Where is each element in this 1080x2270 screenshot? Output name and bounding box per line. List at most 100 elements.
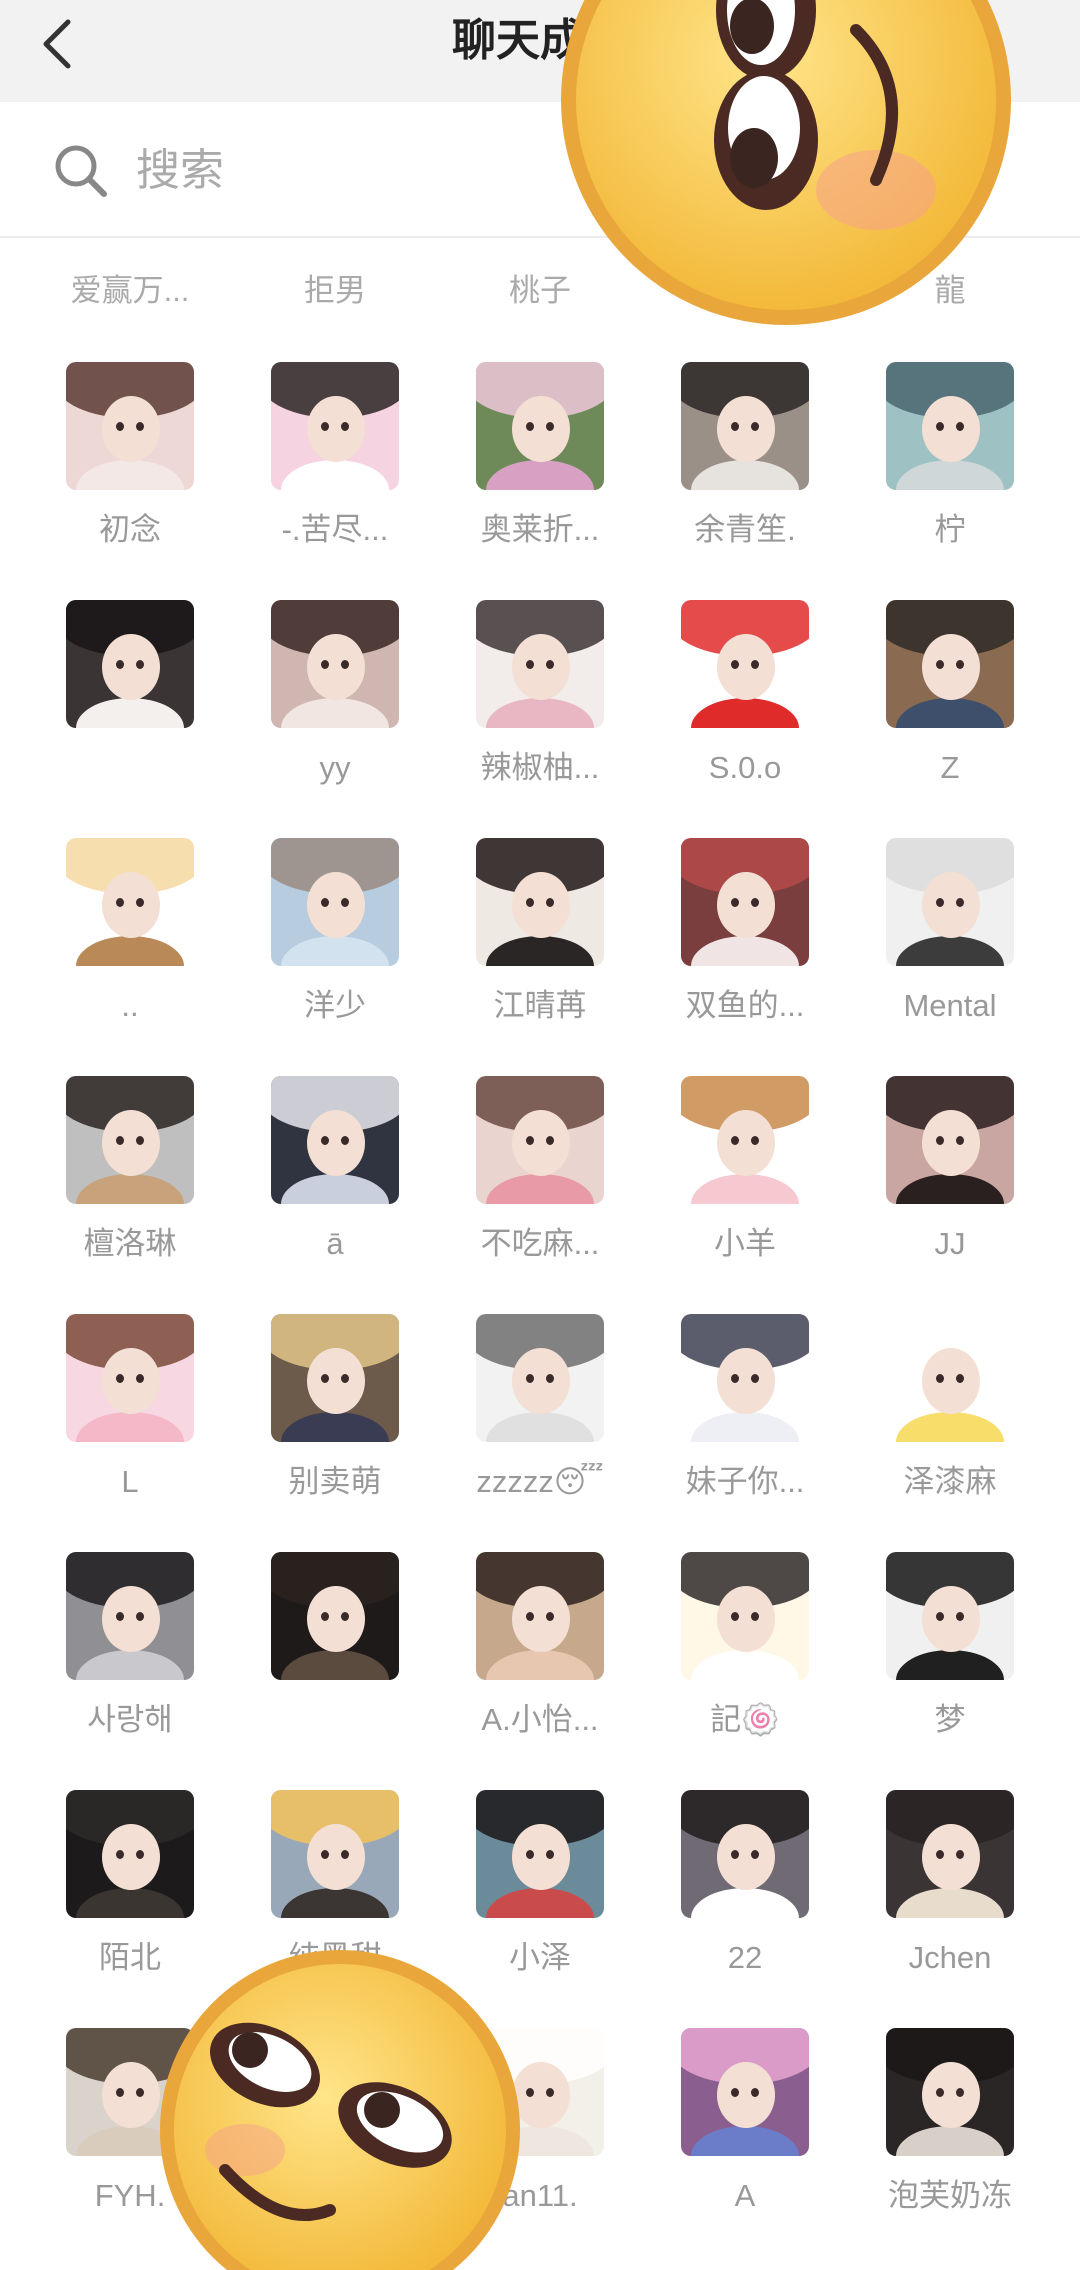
member-item[interactable]: Mental bbox=[860, 838, 1040, 1048]
member-item[interactable]: 泽漆麻 bbox=[860, 1314, 1040, 1524]
member-item[interactable]: A bbox=[655, 2028, 835, 2238]
avatar[interactable] bbox=[886, 2028, 1014, 2156]
member-name: 洋少 bbox=[304, 988, 366, 1023]
avatar[interactable] bbox=[681, 1076, 809, 1204]
avatar[interactable] bbox=[66, 1076, 194, 1204]
member-item[interactable]: 妹子你... bbox=[655, 1314, 835, 1524]
avatar[interactable] bbox=[886, 1076, 1014, 1204]
member-item[interactable]: 洋少 bbox=[245, 838, 425, 1048]
member-item[interactable]: 泡芙奶冻 bbox=[860, 2028, 1040, 2238]
member-item[interactable]: 江晴苒 bbox=[450, 838, 630, 1048]
member-item[interactable]: yy bbox=[245, 600, 425, 810]
avatar[interactable] bbox=[66, 600, 194, 728]
avatar[interactable] bbox=[886, 838, 1014, 966]
avatar[interactable] bbox=[886, 600, 1014, 728]
avatar-eye bbox=[956, 2088, 964, 2097]
member-item[interactable]: A.小怡... bbox=[450, 1552, 630, 1762]
avatar[interactable] bbox=[66, 1790, 194, 1918]
avatar[interactable] bbox=[886, 1314, 1014, 1442]
member-item[interactable]: .. bbox=[40, 838, 220, 1048]
avatar[interactable] bbox=[271, 1552, 399, 1680]
avatar-shoulders bbox=[691, 460, 799, 490]
avatar-face bbox=[922, 1824, 980, 1890]
avatar[interactable] bbox=[476, 1790, 604, 1918]
avatar[interactable] bbox=[271, 838, 399, 966]
member-item[interactable]: Z bbox=[860, 600, 1040, 810]
member-item[interactable]: zzzzz😴 bbox=[450, 1314, 630, 1524]
avatar[interactable] bbox=[66, 838, 194, 966]
avatar[interactable] bbox=[886, 1790, 1014, 1918]
avatar[interactable] bbox=[271, 1076, 399, 1204]
avatar-shoulders bbox=[896, 698, 1004, 728]
member-name: Z bbox=[940, 750, 960, 785]
avatar[interactable] bbox=[681, 362, 809, 490]
avatar-face bbox=[102, 872, 160, 938]
avatar-face bbox=[307, 634, 365, 700]
member-item[interactable]: Jchen bbox=[860, 1790, 1040, 2000]
member-item[interactable]: 22 bbox=[655, 1790, 835, 2000]
avatar-eye bbox=[546, 660, 554, 669]
avatar[interactable] bbox=[66, 1314, 194, 1442]
avatar[interactable] bbox=[271, 362, 399, 490]
emoji-sticker-bottom bbox=[160, 1950, 520, 2270]
member-item[interactable]: 檀洛琳 bbox=[40, 1076, 220, 1286]
member-name: 妹子你... bbox=[685, 1464, 805, 1499]
avatar-eye bbox=[116, 2088, 124, 2097]
avatar-face bbox=[922, 1348, 980, 1414]
avatar[interactable] bbox=[681, 838, 809, 966]
member-item[interactable]: 余青笙. bbox=[655, 362, 835, 572]
avatar-shoulders bbox=[691, 1412, 799, 1442]
member-item[interactable]: 사랑해 bbox=[40, 1552, 220, 1762]
avatar-shoulders bbox=[691, 1888, 799, 1918]
avatar[interactable] bbox=[271, 1314, 399, 1442]
avatar-shoulders bbox=[486, 1412, 594, 1442]
member-item[interactable]: L bbox=[40, 1314, 220, 1524]
member-item[interactable]: 梦 bbox=[860, 1552, 1040, 1762]
member-name: L bbox=[121, 1464, 139, 1499]
avatar[interactable] bbox=[886, 1552, 1014, 1680]
member-name: 奥莱折... bbox=[480, 512, 600, 547]
avatar[interactable] bbox=[681, 1552, 809, 1680]
member-item[interactable]: 初念 bbox=[40, 362, 220, 572]
avatar[interactable] bbox=[476, 838, 604, 966]
member-item[interactable]: JJ bbox=[860, 1076, 1040, 1286]
avatar[interactable] bbox=[476, 600, 604, 728]
member-item[interactable]: 小羊 bbox=[655, 1076, 835, 1286]
avatar[interactable] bbox=[66, 1552, 194, 1680]
member-item[interactable]: 柠 bbox=[860, 362, 1040, 572]
member-name[interactable]: 拒男 bbox=[245, 268, 425, 314]
avatar[interactable] bbox=[66, 362, 194, 490]
avatar[interactable] bbox=[681, 1790, 809, 1918]
member-item[interactable]: 不吃麻... bbox=[450, 1076, 630, 1286]
avatar[interactable] bbox=[681, 1314, 809, 1442]
member-item[interactable]: 奥莱折... bbox=[450, 362, 630, 572]
avatar[interactable] bbox=[681, 600, 809, 728]
avatar-face bbox=[512, 1586, 570, 1652]
member-item[interactable] bbox=[245, 1552, 425, 1762]
avatar[interactable] bbox=[681, 2028, 809, 2156]
avatar[interactable] bbox=[271, 1790, 399, 1918]
avatar[interactable] bbox=[476, 1076, 604, 1204]
member-item[interactable]: 双鱼的... bbox=[655, 838, 835, 1048]
avatar-eye bbox=[136, 660, 144, 669]
back-chevron-left-icon[interactable] bbox=[38, 14, 78, 74]
avatar-eye bbox=[731, 2088, 739, 2097]
avatar-eye bbox=[341, 1374, 349, 1383]
member-name[interactable]: 爱赢万... bbox=[40, 268, 220, 314]
avatar-shoulders bbox=[691, 936, 799, 966]
member-item[interactable]: S.0.o bbox=[655, 600, 835, 810]
member-item[interactable]: ā bbox=[245, 1076, 425, 1286]
avatar[interactable] bbox=[271, 600, 399, 728]
avatar[interactable] bbox=[886, 362, 1014, 490]
member-item[interactable]: -.苦尽... bbox=[245, 362, 425, 572]
member-item[interactable]: 别卖萌 bbox=[245, 1314, 425, 1524]
avatar-eye bbox=[936, 1374, 944, 1383]
avatar[interactable] bbox=[476, 1314, 604, 1442]
member-item[interactable] bbox=[40, 600, 220, 810]
member-item[interactable]: 記🍥 bbox=[655, 1552, 835, 1762]
avatar[interactable] bbox=[476, 362, 604, 490]
avatar[interactable] bbox=[476, 1552, 604, 1680]
member-item[interactable]: 辣椒柚... bbox=[450, 600, 630, 810]
avatar-eye bbox=[341, 1850, 349, 1859]
avatar-eye bbox=[321, 1374, 329, 1383]
